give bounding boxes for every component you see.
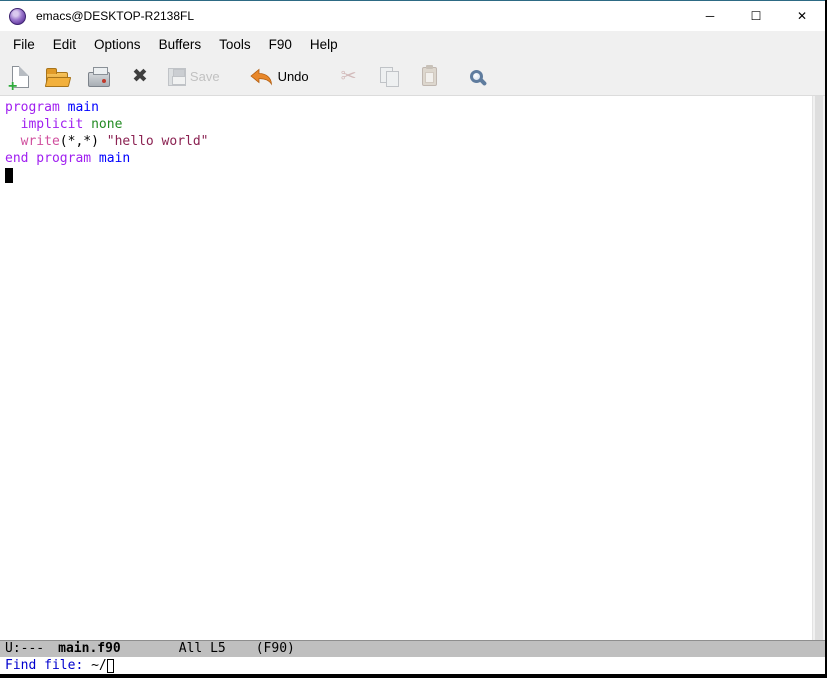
mode-line: U:--- main.f90 All L5 (F90) [0, 640, 825, 657]
emacs-logo-icon [9, 7, 26, 25]
undo-label: Undo [277, 69, 309, 84]
copy-button [379, 67, 399, 87]
save-button: Save [167, 67, 220, 86]
window-controls: ─ ☐ ✕ [687, 1, 825, 31]
new-file-icon: + [8, 65, 29, 94]
close-button[interactable]: ✕ [779, 1, 825, 31]
menu-item-buffers[interactable]: Buffers [150, 33, 211, 56]
scrollbar-thumb[interactable] [815, 96, 823, 640]
new-file-button[interactable]: + [8, 65, 29, 94]
print-button[interactable] [88, 66, 110, 87]
open-file-button[interactable] [46, 67, 68, 87]
cut-icon: ✂ [340, 66, 357, 87]
save-label: Save [189, 69, 220, 84]
menu-bar: File Edit Options Buffers Tools F90 Help [0, 31, 825, 58]
code-line: end program main [5, 151, 131, 166]
close-x-icon: ✖ [132, 66, 148, 87]
scrollbar[interactable] [812, 96, 825, 640]
modeline-buffer-name[interactable]: main.f90 [58, 641, 121, 657]
open-folder-icon [46, 67, 68, 87]
copy-icon [379, 67, 399, 87]
cut-button: ✂ [341, 67, 357, 86]
menu-item-tools[interactable]: Tools [210, 33, 260, 56]
minimize-button[interactable]: ─ [687, 1, 733, 31]
menu-item-file[interactable]: File [4, 33, 44, 56]
paste-button [421, 65, 437, 86]
window-title: emacs@DESKTOP-R2138FL [36, 9, 195, 23]
text-cursor [5, 168, 13, 183]
editor-buffer[interactable]: program main implicit none write(*,*) "h… [0, 96, 825, 640]
search-button[interactable] [469, 70, 483, 83]
undo-button[interactable]: Undo [248, 68, 309, 86]
code-line: write(*,*) "hello world" [20, 134, 209, 149]
menu-item-options[interactable]: Options [85, 33, 150, 56]
menu-item-edit[interactable]: Edit [44, 33, 85, 56]
buffer-text: program main implicit none write(*,*) "h… [5, 99, 825, 184]
emacs-window: emacs@DESKTOP-R2138FL ─ ☐ ✕ File Edit Op… [0, 0, 825, 674]
modeline-major-mode[interactable]: (F90) [256, 641, 295, 657]
code-line: program main [5, 100, 99, 115]
minibuffer-cursor [106, 658, 114, 673]
save-icon [167, 67, 186, 86]
minibuffer-input[interactable]: ~/ [91, 658, 107, 674]
maximize-button[interactable]: ☐ [733, 1, 779, 31]
title-bar: emacs@DESKTOP-R2138FL ─ ☐ ✕ [0, 1, 825, 31]
menu-item-f90[interactable]: F90 [260, 33, 301, 56]
menu-item-help[interactable]: Help [301, 33, 347, 56]
modeline-flags: U:--- [5, 641, 45, 656]
code-line [5, 167, 825, 184]
paste-icon [421, 65, 437, 86]
print-icon [88, 67, 110, 87]
minibuffer-prompt: Find file: [5, 657, 92, 673]
modeline-position: All L5 [178, 641, 226, 656]
tool-bar: + ✖ Save Undo ✂ [0, 58, 825, 96]
undo-icon [249, 68, 272, 85]
minibuffer[interactable]: Find file: ~/ [0, 657, 825, 674]
code-line: implicit none [20, 117, 123, 132]
search-icon [469, 70, 483, 83]
kill-buffer-button[interactable]: ✖ [132, 67, 148, 86]
